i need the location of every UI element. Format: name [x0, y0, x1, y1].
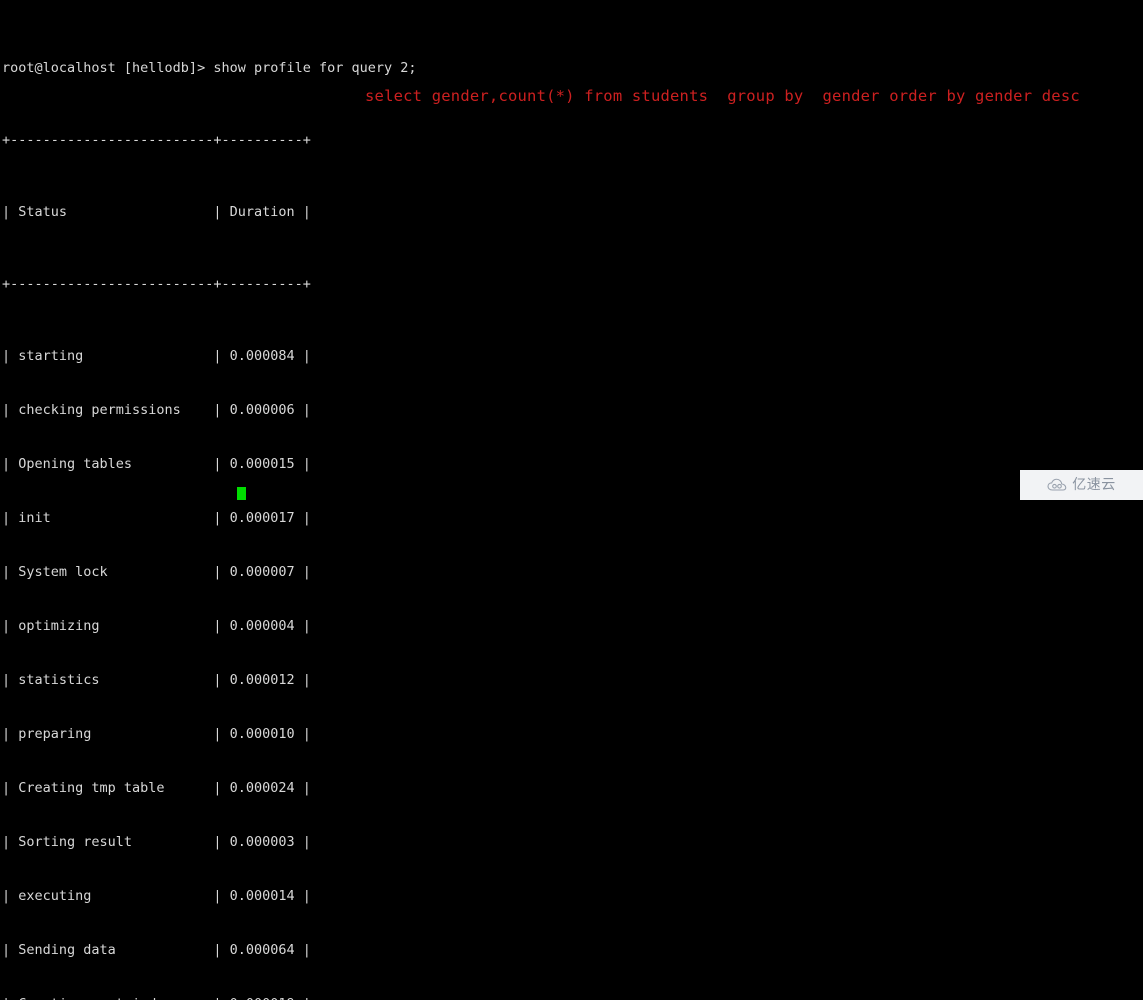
- terminal-window[interactable]: root@localhost [hellodb]> show profile f…: [0, 0, 1143, 1000]
- table-row: | optimizing | 0.000004 |: [2, 618, 311, 634]
- table-border-top: +-------------------------+----------+: [2, 132, 311, 148]
- sql-query-annotation: select gender,count(*) from students gro…: [365, 87, 1080, 105]
- watermark: 亿速云: [1020, 470, 1143, 500]
- table-row: | statistics | 0.000012 |: [2, 672, 311, 688]
- table-row: | starting | 0.000084 |: [2, 348, 311, 364]
- terminal-output: root@localhost [hellodb]> show profile f…: [0, 5, 1143, 1000]
- table-row: | Opening tables | 0.000015 |: [2, 456, 311, 472]
- table-border-header: +-------------------------+----------+: [2, 276, 311, 292]
- table-row: | init | 0.000017 |: [2, 510, 311, 526]
- table-row: | Sorting result | 0.000003 |: [2, 834, 311, 850]
- table-row: | System lock | 0.000007 |: [2, 564, 311, 580]
- table-row: | executing | 0.000014 |: [2, 888, 311, 904]
- table-row: | Sending data | 0.000064 |: [2, 942, 311, 958]
- watermark-text: 亿速云: [1072, 477, 1116, 493]
- terminal-cursor: [237, 487, 246, 500]
- table-row: | Creating sort index | 0.000019 |: [0, 995, 1143, 1000]
- table-row: | checking permissions | 0.000006 |: [2, 402, 311, 418]
- table-row: | preparing | 0.000010 |: [2, 726, 311, 742]
- table-row: | Creating tmp table | 0.000024 |: [2, 780, 311, 796]
- table-header-row: | Status | Duration |: [2, 204, 311, 220]
- command-prompt-line: root@localhost [hellodb]> show profile f…: [2, 60, 417, 76]
- cloud-icon: [1047, 478, 1067, 491]
